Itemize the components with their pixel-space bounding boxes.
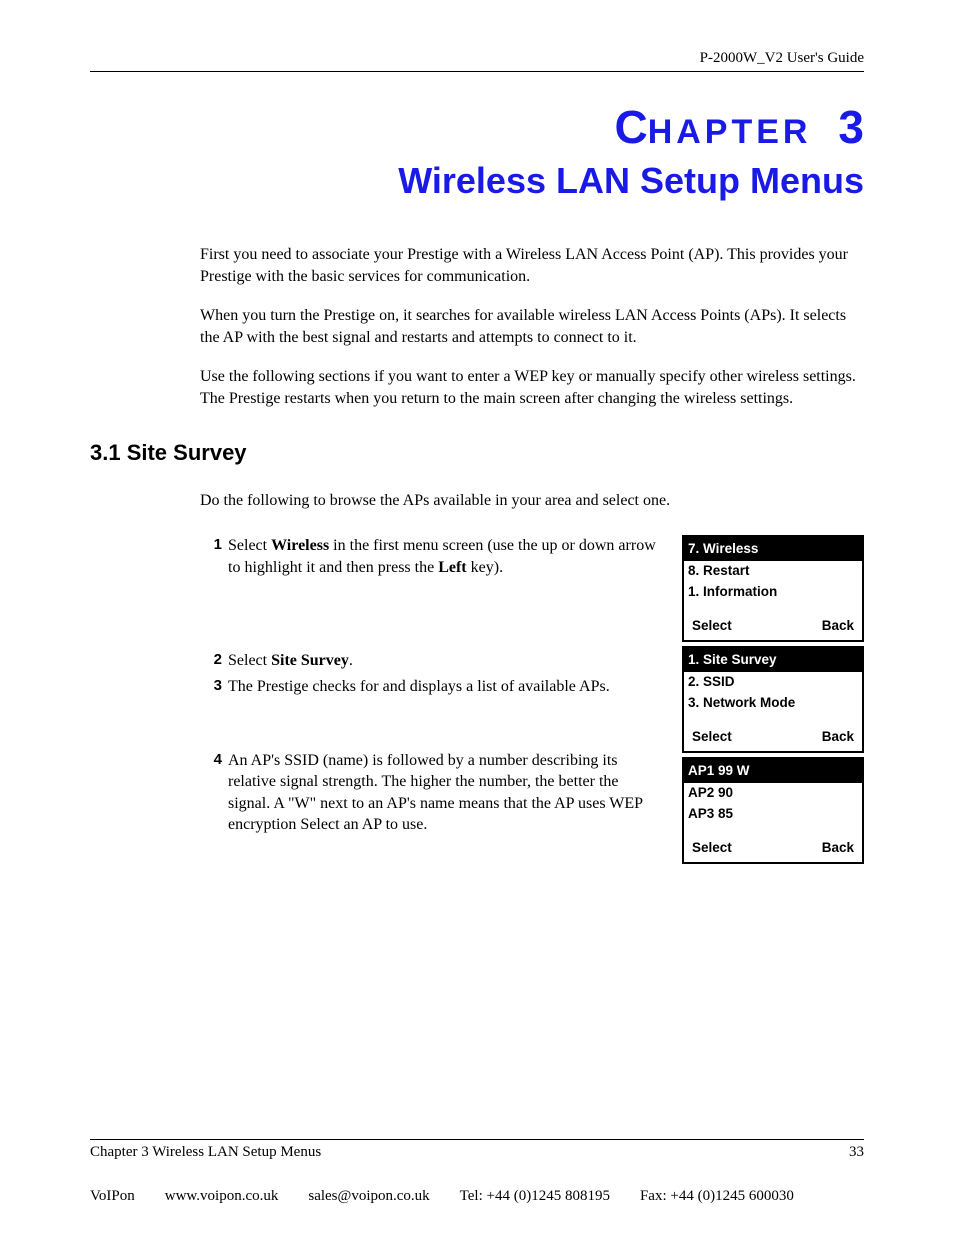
intro-p2: When you turn the Prestige on, it search… — [200, 305, 864, 348]
chapter-label-rest: HAPTER — [648, 113, 812, 151]
screen1-item2: 1. Information — [688, 582, 858, 602]
steps-column: 1 Select Wireless in the first menu scre… — [200, 535, 662, 840]
step-1-text-a: Select — [228, 537, 271, 554]
step-1-number: 1 — [200, 535, 228, 578]
device-screens-column: 7. Wireless 8. Restart 1. Information Se… — [682, 535, 864, 864]
device-screen-1: 7. Wireless 8. Restart 1. Information Se… — [682, 535, 864, 642]
screen3-highlight: AP1 99 W — [684, 759, 862, 783]
screen3-item1: AP2 90 — [688, 783, 858, 803]
intro-block: First you need to associate your Prestig… — [200, 244, 864, 410]
footer-web: www.voipon.co.uk — [165, 1188, 279, 1205]
step-2-text-a: Select — [228, 652, 271, 669]
step-1-text-b: Wireless — [271, 537, 329, 554]
step-2-number: 2 — [200, 650, 228, 672]
intro-p1: First you need to associate your Prestig… — [200, 244, 864, 287]
footer-chapter-ref: Chapter 3 Wireless LAN Setup Menus — [90, 1144, 321, 1161]
footer-fax: Fax: +44 (0)1245 600030 — [640, 1188, 794, 1205]
step-3: 3 The Prestige checks for and displays a… — [200, 676, 662, 698]
screen2-highlight: 1. Site Survey — [684, 648, 862, 672]
page-footer: Chapter 3 Wireless LAN Setup Menus 33 — [90, 1139, 864, 1161]
step-3-number: 3 — [200, 676, 228, 698]
footer-email: sales@voipon.co.uk — [308, 1188, 429, 1205]
step-1-text: Select Wireless in the first menu screen… — [228, 535, 662, 578]
chapter-label-c: C — [614, 101, 647, 153]
screen2-softkey-right: Back — [822, 727, 854, 747]
step-1: 1 Select Wireless in the first menu scre… — [200, 535, 662, 578]
screen1-highlight: 7. Wireless — [684, 537, 862, 561]
screen2-softkey-left: Select — [692, 727, 732, 747]
step-4-text: An AP's SSID (name) is followed by a num… — [228, 750, 662, 836]
chapter-number: 3 — [838, 101, 864, 153]
step-2-text-b: Site Survey — [271, 652, 349, 669]
screen3-item2: AP3 85 — [688, 804, 858, 824]
intro-p3: Use the following sections if you want t… — [200, 366, 864, 409]
step-2-text: Select Site Survey. — [228, 650, 662, 672]
device-screen-3: AP1 99 W AP2 90 AP3 85 Select Back — [682, 757, 864, 864]
device-screen-2: 1. Site Survey 2. SSID 3. Network Mode S… — [682, 646, 864, 753]
step-3-text: The Prestige checks for and displays a l… — [228, 676, 662, 698]
section-heading: 3.1 Site Survey — [90, 440, 864, 466]
screen3-softkey-right: Back — [822, 838, 854, 858]
page-header: P-2000W_V2 User's Guide — [90, 50, 864, 72]
screen2-item2: 3. Network Mode — [688, 693, 858, 713]
footer-contact: VoIPon www.voipon.co.uk sales@voipon.co.… — [90, 1188, 864, 1205]
screen1-item1: 8. Restart — [688, 561, 858, 581]
section-intro: Do the following to browse the APs avail… — [200, 490, 864, 512]
step-2-text-c: . — [349, 652, 353, 669]
step-4-number: 4 — [200, 750, 228, 836]
step-1-text-e: key). — [467, 559, 503, 576]
screen3-softkey-left: Select — [692, 838, 732, 858]
step-4: 4 An AP's SSID (name) is followed by a n… — [200, 750, 662, 836]
footer-company: VoIPon — [90, 1188, 135, 1205]
screen2-item1: 2. SSID — [688, 672, 858, 692]
footer-tel: Tel: +44 (0)1245 808195 — [460, 1188, 610, 1205]
screen1-softkey-left: Select — [692, 616, 732, 636]
footer-page-number: 33 — [849, 1144, 864, 1161]
chapter-title: Wireless LAN Setup Menus — [90, 160, 864, 202]
step-1-text-d: Left — [438, 559, 466, 576]
chapter-label: CHAPTER 3 — [90, 100, 864, 154]
screen1-softkey-right: Back — [822, 616, 854, 636]
step-2: 2 Select Site Survey. — [200, 650, 662, 672]
